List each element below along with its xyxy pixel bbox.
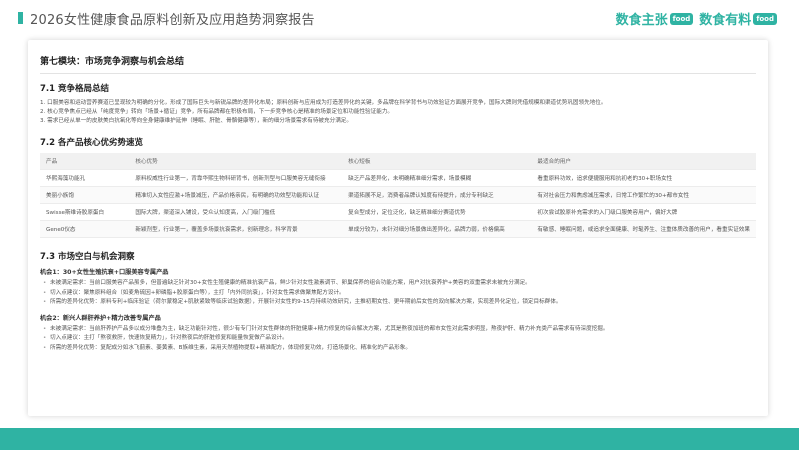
table-row: Swisse斯维诗胶原蛋白 国际大牌，渠道深入铺设，受众认知度高，入门级门槛低 … — [40, 203, 756, 221]
column-header: 核心短板 — [342, 153, 532, 170]
opportunity-bullets: 未被满足需求：当前肝养护产品多以成分堆叠为主，缺乏功能针对性，很少有专门针对女性… — [40, 325, 756, 354]
list-item: 所需的差异化优势：原料专利+临床验证（荷尔蒙稳定+肌肤紧致等临床试验数据），开展… — [43, 298, 756, 308]
table-cell: 初次尝试胶原补充需求的入门级口服美容用户，偏好大牌 — [531, 203, 756, 221]
opportunity-title: 机会1：30+女性生殖抗衰+口服美容专属产品 — [40, 269, 169, 276]
table-row: 美丽小族饱 精准切入女性应激+场景减压，产品价格亲民，有明确的功效型功能和认证 … — [40, 186, 756, 204]
table-cell: Gene0仪态 — [40, 220, 130, 238]
brand-logo-one: 数食主张 food — [616, 9, 694, 28]
brand-two-name: 数食有料 — [699, 13, 752, 28]
brand-two-badge: food — [753, 12, 777, 25]
table-cell: 新颖剂型，行业第一，覆盖多场景抗衰需求，创新理念，科学背景 — [129, 220, 343, 238]
table-cell: 有对社会压力和焦虑减压需求，日常工作繁忙的30+都市女性 — [531, 186, 756, 204]
section-title-opportunities: 7.3 市场空白与机会洞察 — [40, 252, 135, 262]
table-cell: 华熙海藻功能孔 — [40, 169, 130, 187]
table-cell: 美丽小族饱 — [40, 186, 130, 204]
table-cell: 精准切入女性应激+场景减压，产品价格亲民，有明确的功效型功能和认证 — [129, 186, 343, 204]
footer-bar — [0, 428, 799, 450]
table-cell: Swisse斯维诗胶原蛋白 — [40, 203, 130, 221]
list-item: 切入点建议：聚焦原料组合（如麦角硫因+卵磷脂+胶原蛋白等），主打「内外同抗衰」，… — [43, 289, 756, 299]
brand-logos: 数食主张 food 数食有料 food — [616, 9, 777, 28]
table-cell: 有敏感、睡眠问题，或追求全面健康、时髦养生、注重体质改善的用户，看重实证效果 — [531, 220, 756, 238]
opportunity-title: 机会2：新兴人群肝养护+精力改善专属产品 — [40, 314, 161, 322]
table-cell: 渠道拓展不足，消费者品牌认知度有待提升，成分专利缺乏 — [342, 186, 532, 204]
section-title-competition: 7.1 竞争格局总结 — [40, 84, 110, 94]
summary-paragraph: 2. 核心竞争焦点已经从「纯度竞争」转向「场景+循证」竞争，所有品牌都在积极布局… — [40, 109, 394, 115]
brand-logo-two: 数食有料 food — [699, 9, 777, 28]
slide-content: 第七模块：市场竞争洞察与机会总结 7.1 竞争格局总结 1. 口服美容和运动营养… — [28, 40, 768, 416]
summary-paragraph: 1. 口服美容和运动营养赛道已呈现较为明确的分化，形成了国际巨头与新锐品牌的差异… — [40, 100, 607, 106]
list-item: 未被满足需求：当前肝养护产品多以成分堆叠为主，缺乏功能针对性，很少有专门针对女性… — [43, 325, 756, 335]
summary-paragraph: 3. 需求已经从单一的皮肤美白抗氧化等向全身健康维护延伸（睡眠、肝脏、骨骼健康等… — [40, 118, 352, 124]
table-cell: 单成分较为，未针对细分场景做出差异化，品牌力弱，价格偏高 — [342, 220, 532, 238]
table-cell: 缺乏产品差异化，未明确精准细分需求，场景模糊 — [342, 169, 532, 187]
table-cell: 国际大牌，渠道深入铺设，受众认知度高，入门级门槛低 — [129, 203, 343, 221]
brand-one-badge: food — [669, 12, 694, 25]
list-item: 所需的差异化优势：复配成分如水飞蓟素、姜黄素、B族维生素，采用天然植物提取+精准… — [43, 344, 756, 354]
report-title: 2026女性健康食品原料创新及应用趋势洞察报告 — [30, 12, 315, 28]
module-title: 第七模块：市场竞争洞察与机会总结 — [40, 57, 185, 67]
table-header-row: 产品 核心优势 核心短板 最适合的用户 — [40, 153, 756, 170]
top-header: 2026女性健康食品原料创新及应用趋势洞察报告 数食主张 food 数食有料 f… — [0, 0, 799, 36]
section-title-products: 7.2 各产品核心优劣势速览 — [40, 138, 144, 148]
list-item: 未被满足需求：当前口服美容产品虽多，但普遍缺乏针对30+女性生殖健康的精准抗衰产… — [43, 279, 756, 289]
product-comparison-table: 产品 核心优势 核心短板 最适合的用户 华熙海藻功能孔 原料权威性行业第一，背靠… — [40, 153, 756, 238]
column-header: 产品 — [40, 153, 130, 170]
header-marker — [18, 12, 23, 24]
competition-summary-list: 1. 口服美容和运动营养赛道已呈现较为明确的分化，形成了国际巨头与新锐品牌的差异… — [40, 99, 756, 126]
column-header: 核心优势 — [129, 153, 343, 170]
brand-one-name: 数食主张 — [615, 13, 668, 28]
column-header: 最适合的用户 — [531, 153, 756, 170]
table-row: Gene0仪态 新颖剂型，行业第一，覆盖多场景抗衰需求，创新理念，科学背景 单成… — [40, 220, 756, 238]
table-cell: 原料权威性行业第一，背靠华熙生物科研背书，创新剂型与口服美容无缝衔接 — [129, 169, 343, 187]
list-item: 切入点建议：主打「熬夜救肝，快速恢复精力」，针对熬夜后的肝脏修复和能量恢复做产品… — [43, 334, 756, 344]
table-cell: 看重原料功效，追求便捷服用和抗初老的30+职场女性 — [531, 169, 756, 187]
table-cell: 复合型成分，定位泛化，缺乏精准细分赛道优势 — [342, 203, 532, 221]
divider — [40, 73, 756, 74]
table-row: 华熙海藻功能孔 原料权威性行业第一，背靠华熙生物科研背书，创新剂型与口服美容无缝… — [40, 169, 756, 187]
opportunity-bullets: 未被满足需求：当前口服美容产品虽多，但普遍缺乏针对30+女性生殖健康的精准抗衰产… — [40, 279, 756, 308]
